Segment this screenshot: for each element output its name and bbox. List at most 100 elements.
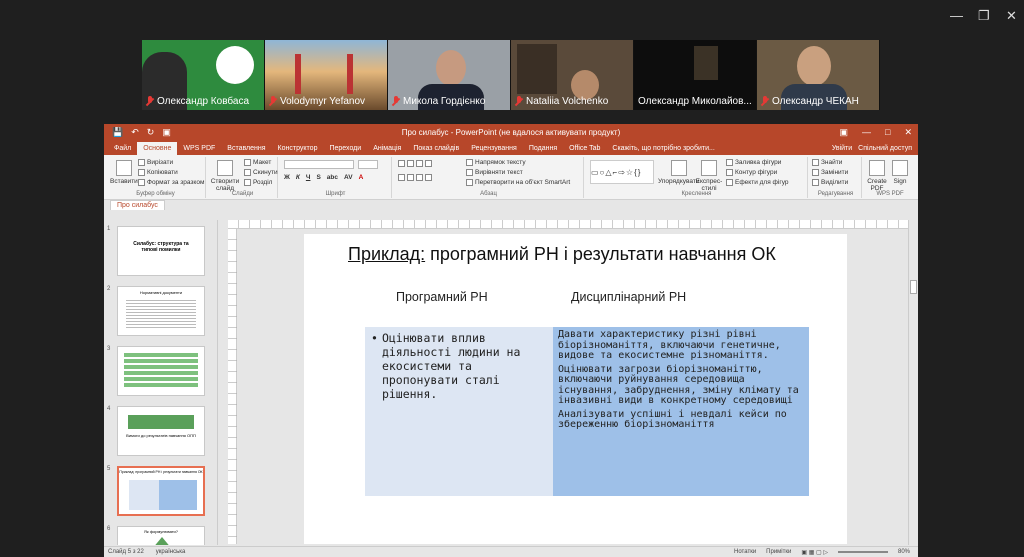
- outcome-paragraph: Давати характеристику різні рівні біоріз…: [558, 329, 781, 361]
- copy-button[interactable]: Копіювати: [138, 169, 178, 176]
- shapes-gallery[interactable]: ▭○△⌐⇨☆{}: [590, 160, 654, 184]
- share-button[interactable]: Спільний доступ: [858, 142, 912, 155]
- shape-fill-button[interactable]: Заливка фігури: [726, 159, 781, 166]
- slide-thumbnail[interactable]: Силабус: структура та типові помилки: [117, 226, 205, 276]
- slide-thumbnail[interactable]: Нормативні документи: [117, 286, 205, 336]
- select-button[interactable]: Виділити: [812, 179, 848, 186]
- paragraph-group: Напрямок тексту Вирівняти текст Перетвор…: [394, 157, 584, 198]
- tab-animations[interactable]: Анімація: [367, 142, 407, 155]
- present-icon[interactable]: ▣: [162, 127, 171, 138]
- cut-button[interactable]: Вирізати: [138, 159, 173, 166]
- save-icon[interactable]: 💾: [112, 127, 123, 138]
- participant-tile[interactable]: Микола Гордієнко: [388, 40, 511, 110]
- mic-muted-icon: [761, 95, 769, 107]
- arrange-button[interactable]: Упорядкувати: [658, 160, 699, 185]
- replace-button[interactable]: Замінити: [812, 169, 848, 176]
- table-cell-right[interactable]: Давати характеристику різні рівні біоріз…: [553, 327, 809, 496]
- participant-tile[interactable]: Олександр ЧЕКАН: [757, 40, 880, 110]
- participant-tile[interactable]: Volodymyr Yefanov: [265, 40, 388, 110]
- column-header-right[interactable]: Дисциплінарний РН: [571, 290, 686, 304]
- copy-icon: [138, 169, 145, 176]
- participant-name: Nataliia Volchenko: [526, 95, 609, 107]
- table-cell-left[interactable]: • Оцінювати вплив діяльності людини на е…: [365, 327, 553, 496]
- find-button[interactable]: Знайти: [812, 159, 842, 166]
- font-size-input[interactable]: [358, 160, 378, 169]
- minimize-icon[interactable]: —: [950, 8, 963, 23]
- text-direction-button[interactable]: Напрямок тексту: [466, 159, 526, 166]
- ribbon-options-icon[interactable]: ▣: [840, 127, 849, 138]
- create-pdf-button[interactable]: Create PDF: [866, 160, 888, 192]
- tab-review[interactable]: Рецензування: [465, 142, 523, 155]
- participant-tile[interactable]: Nataliia Volchenko: [511, 40, 634, 110]
- group-label: Абзац: [480, 191, 497, 197]
- tab-transitions[interactable]: Переходи: [323, 142, 367, 155]
- tab-home[interactable]: Основне: [137, 142, 178, 155]
- vertical-scrollbar[interactable]: [908, 220, 918, 545]
- section-button[interactable]: Розділ: [244, 179, 272, 186]
- paste-icon: [115, 160, 132, 176]
- zoom-slider[interactable]: [837, 551, 888, 553]
- paste-button[interactable]: Вставити: [110, 160, 138, 185]
- minimize-icon[interactable]: —: [862, 127, 871, 138]
- quick-styles-button[interactable]: Експрес-стилі: [696, 160, 722, 192]
- editing-group: Знайти Замінити Виділити Редагування: [810, 157, 862, 198]
- tab-view[interactable]: Подання: [523, 142, 563, 155]
- list-buttons[interactable]: [398, 160, 432, 167]
- quick-styles-icon: [701, 160, 717, 176]
- layout-button[interactable]: Макет: [244, 159, 271, 166]
- redo-icon[interactable]: ↻: [147, 127, 155, 138]
- tell-me-search[interactable]: Скажіть, що потрібно зробити...: [606, 142, 720, 155]
- status-bar: Слайд 5 з 22 українська Нотатки Примітки…: [104, 546, 918, 557]
- tab-slideshow[interactable]: Показ слайдів: [407, 142, 465, 155]
- sign-button[interactable]: Sign: [892, 160, 908, 185]
- document-tab[interactable]: Про силабус: [110, 200, 165, 210]
- slide-thumbnail-selected[interactable]: Приклад: програмний РН і результати навч…: [117, 466, 205, 516]
- tab-design[interactable]: Конструктор: [272, 142, 324, 155]
- zoom-level[interactable]: 80%: [898, 549, 910, 555]
- participant-tile[interactable]: Олександр Ковбаса: [142, 40, 265, 110]
- participant-tile[interactable]: Олександр Миколайов...: [634, 40, 757, 110]
- font-format-buttons[interactable]: Ж К Ч Sabc AV A: [284, 174, 363, 181]
- slide-thumbnails: 1 Силабус: структура та типові помилки 2…: [104, 220, 218, 545]
- close-icon[interactable]: ✕: [904, 127, 912, 138]
- outcome-paragraph: Аналізувати успішні і невдалі кейси по з…: [558, 408, 787, 430]
- language-indicator[interactable]: українська: [156, 549, 186, 555]
- thumb-number: 3: [107, 346, 111, 352]
- tab-office-tab[interactable]: Office Tab: [563, 142, 606, 155]
- shape-effects-button[interactable]: Ефекти для фігур: [726, 179, 789, 186]
- slide-title[interactable]: Приклад: програмний РН і результати навч…: [348, 244, 776, 265]
- mic-muted-icon: [515, 95, 523, 107]
- column-header-left[interactable]: Програмний РН: [396, 290, 488, 304]
- slide-thumbnail[interactable]: Як формулювати?: [117, 526, 205, 545]
- tab-file[interactable]: Файл: [108, 142, 137, 155]
- format-painter-button[interactable]: Формат за зразком: [138, 179, 204, 186]
- scrollbar-thumb[interactable]: [910, 280, 917, 294]
- comments-button[interactable]: Примітки: [766, 549, 791, 555]
- reset-button[interactable]: Скинути: [244, 169, 278, 176]
- smartart-button[interactable]: Перетворити на об'єкт SmartArt: [466, 179, 570, 186]
- undo-icon[interactable]: ↶: [131, 127, 139, 138]
- view-buttons[interactable]: ▣ ▦ ▢ ▷: [801, 549, 828, 556]
- shape-outline-button[interactable]: Контур фігури: [726, 169, 777, 176]
- tab-insert[interactable]: Вставлення: [221, 142, 271, 155]
- maximize-icon[interactable]: □: [885, 127, 890, 138]
- brush-icon: [138, 179, 145, 186]
- notes-button[interactable]: Нотатки: [734, 549, 756, 555]
- new-slide-button[interactable]: Створити слайд: [210, 160, 240, 192]
- slide-thumbnail[interactable]: [117, 346, 205, 396]
- font-name-input[interactable]: [284, 160, 354, 169]
- align-buttons[interactable]: [398, 174, 432, 181]
- align-text-button[interactable]: Вирівняти текст: [466, 169, 523, 176]
- tab-wps-pdf[interactable]: WPS PDF: [177, 142, 221, 155]
- slide-thumbnail[interactable]: Вимоги до результатів навчання ОПП: [117, 406, 205, 456]
- align-center-icon: [407, 174, 414, 181]
- sign-icon: [892, 160, 908, 176]
- close-icon[interactable]: ✕: [1006, 8, 1017, 24]
- select-icon: [812, 179, 819, 186]
- ribbon: Вставити Вирізати Копіювати Формат за зр…: [104, 155, 918, 200]
- horizontal-ruler: [228, 220, 918, 229]
- clipboard-group: Вставити Вирізати Копіювати Формат за зр…: [106, 157, 206, 198]
- vertical-ruler: [228, 229, 237, 544]
- restore-icon[interactable]: ❐: [978, 8, 990, 24]
- sign-in-link[interactable]: Увійти: [832, 142, 852, 155]
